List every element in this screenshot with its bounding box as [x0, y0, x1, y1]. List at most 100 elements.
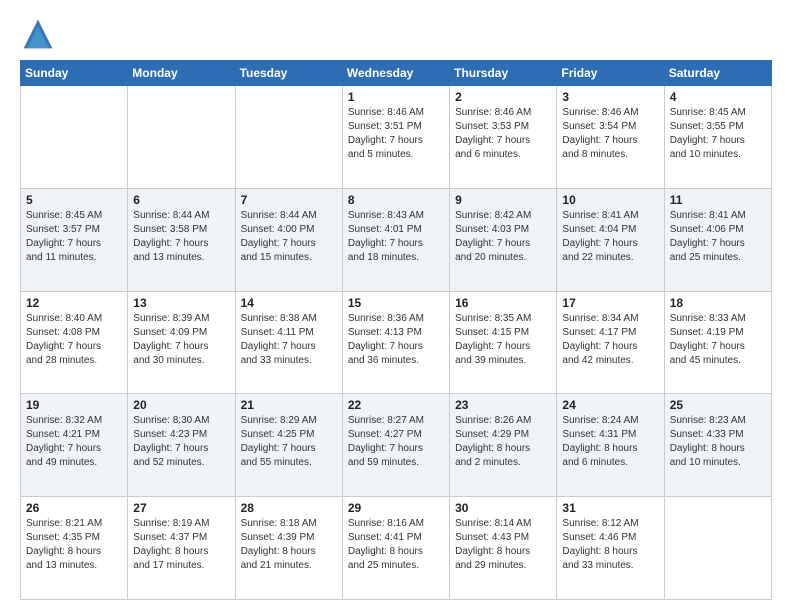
- day-number: 22: [348, 398, 444, 412]
- day-info: Sunrise: 8:39 AM Sunset: 4:09 PM Dayligh…: [133, 312, 229, 368]
- day-info: Sunrise: 8:41 AM Sunset: 4:04 PM Dayligh…: [562, 209, 658, 265]
- day-number: 6: [133, 193, 229, 207]
- day-number: 29: [348, 501, 444, 515]
- calendar-cell: 17 Sunrise: 8:34 AM Sunset: 4:17 PM Dayli…: [557, 291, 664, 394]
- calendar-cell: 6 Sunrise: 8:44 AM Sunset: 3:58 PM Daylig…: [128, 188, 235, 291]
- calendar-week-row: 5 Sunrise: 8:45 AM Sunset: 3:57 PM Daylig…: [21, 188, 772, 291]
- day-info: Sunrise: 8:35 AM Sunset: 4:15 PM Dayligh…: [455, 312, 551, 368]
- day-info: Sunrise: 8:41 AM Sunset: 4:06 PM Dayligh…: [670, 209, 766, 265]
- calendar-cell: [235, 86, 342, 189]
- day-info: Sunrise: 8:19 AM Sunset: 4:37 PM Dayligh…: [133, 517, 229, 573]
- header: [20, 16, 772, 52]
- calendar-header-saturday: Saturday: [664, 61, 771, 86]
- day-number: 18: [670, 296, 766, 310]
- calendar-cell: 18 Sunrise: 8:33 AM Sunset: 4:19 PM Dayli…: [664, 291, 771, 394]
- calendar-cell: 4 Sunrise: 8:45 AM Sunset: 3:55 PM Daylig…: [664, 86, 771, 189]
- day-number: 14: [241, 296, 337, 310]
- day-number: 31: [562, 501, 658, 515]
- day-info: Sunrise: 8:44 AM Sunset: 3:58 PM Dayligh…: [133, 209, 229, 265]
- calendar-cell: 10 Sunrise: 8:41 AM Sunset: 4:04 PM Dayli…: [557, 188, 664, 291]
- calendar-week-row: 1 Sunrise: 8:46 AM Sunset: 3:51 PM Daylig…: [21, 86, 772, 189]
- day-info: Sunrise: 8:45 AM Sunset: 3:55 PM Dayligh…: [670, 106, 766, 162]
- day-number: 26: [26, 501, 122, 515]
- day-number: 5: [26, 193, 122, 207]
- day-number: 8: [348, 193, 444, 207]
- day-number: 9: [455, 193, 551, 207]
- calendar-cell: 21Sunrise: 8:29 AM Sunset: 4:25 PM Dayli…: [235, 394, 342, 497]
- day-info: Sunrise: 8:29 AM Sunset: 4:25 PM Dayligh…: [241, 414, 337, 470]
- day-number: 3: [562, 90, 658, 104]
- day-number: 7: [241, 193, 337, 207]
- day-info: Sunrise: 8:40 AM Sunset: 4:08 PM Dayligh…: [26, 312, 122, 368]
- calendar-cell: 22 Sunrise: 8:27 AM Sunset: 4:27 PM Dayli…: [342, 394, 449, 497]
- calendar-cell: 2Sunrise: 8:46 AM Sunset: 3:53 PM Daylig…: [450, 86, 557, 189]
- calendar-cell: 12 Sunrise: 8:40 AM Sunset: 4:08 PM Dayli…: [21, 291, 128, 394]
- calendar-cell: 23 Sunrise: 8:26 AM Sunset: 4:29 PM Dayli…: [450, 394, 557, 497]
- day-number: 4: [670, 90, 766, 104]
- calendar-cell: 1 Sunrise: 8:46 AM Sunset: 3:51 PM Daylig…: [342, 86, 449, 189]
- day-info: Sunrise: 8:45 AM Sunset: 3:57 PM Dayligh…: [26, 209, 122, 265]
- logo: [20, 16, 60, 52]
- calendar-cell: 7 Sunrise: 8:44 AM Sunset: 4:00 PM Daylig…: [235, 188, 342, 291]
- day-info: Sunrise: 8:38 AM Sunset: 4:11 PM Dayligh…: [241, 312, 337, 368]
- day-info: Sunrise: 8:23 AM Sunset: 4:33 PM Dayligh…: [670, 414, 766, 470]
- day-number: 27: [133, 501, 229, 515]
- day-info: Sunrise: 8:32 AM Sunset: 4:21 PM Dayligh…: [26, 414, 122, 470]
- calendar-cell: 26 Sunrise: 8:21 AM Sunset: 4:35 PM Dayli…: [21, 497, 128, 600]
- day-number: 20: [133, 398, 229, 412]
- day-info: Sunrise: 8:21 AM Sunset: 4:35 PM Dayligh…: [26, 517, 122, 573]
- calendar-cell: 5 Sunrise: 8:45 AM Sunset: 3:57 PM Daylig…: [21, 188, 128, 291]
- day-info: Sunrise: 8:18 AM Sunset: 4:39 PM Dayligh…: [241, 517, 337, 573]
- logo-icon: [20, 16, 56, 52]
- day-info: Sunrise: 8:36 AM Sunset: 4:13 PM Dayligh…: [348, 312, 444, 368]
- day-number: 17: [562, 296, 658, 310]
- day-info: Sunrise: 8:44 AM Sunset: 4:00 PM Dayligh…: [241, 209, 337, 265]
- calendar-cell: 28 Sunrise: 8:18 AM Sunset: 4:39 PM Dayli…: [235, 497, 342, 600]
- day-number: 10: [562, 193, 658, 207]
- day-info: Sunrise: 8:46 AM Sunset: 3:51 PM Dayligh…: [348, 106, 444, 162]
- calendar-cell: 3 Sunrise: 8:46 AM Sunset: 3:54 PM Daylig…: [557, 86, 664, 189]
- day-number: 15: [348, 296, 444, 310]
- calendar-week-row: 26 Sunrise: 8:21 AM Sunset: 4:35 PM Dayli…: [21, 497, 772, 600]
- calendar-cell: 24Sunrise: 8:24 AM Sunset: 4:31 PM Dayli…: [557, 394, 664, 497]
- page: SundayMondayTuesdayWednesdayThursdayFrid…: [0, 0, 792, 612]
- calendar-cell: 11 Sunrise: 8:41 AM Sunset: 4:06 PM Dayli…: [664, 188, 771, 291]
- calendar-header-tuesday: Tuesday: [235, 61, 342, 86]
- day-info: Sunrise: 8:30 AM Sunset: 4:23 PM Dayligh…: [133, 414, 229, 470]
- day-info: Sunrise: 8:14 AM Sunset: 4:43 PM Dayligh…: [455, 517, 551, 573]
- calendar-cell: 19Sunrise: 8:32 AM Sunset: 4:21 PM Dayli…: [21, 394, 128, 497]
- calendar-cell: [21, 86, 128, 189]
- calendar-header-wednesday: Wednesday: [342, 61, 449, 86]
- day-number: 2: [455, 90, 551, 104]
- calendar-cell: 31Sunrise: 8:12 AM Sunset: 4:46 PM Dayli…: [557, 497, 664, 600]
- calendar-cell: 29 Sunrise: 8:16 AM Sunset: 4:41 PM Dayli…: [342, 497, 449, 600]
- calendar-week-row: 12 Sunrise: 8:40 AM Sunset: 4:08 PM Dayli…: [21, 291, 772, 394]
- day-number: 28: [241, 501, 337, 515]
- calendar-week-row: 19Sunrise: 8:32 AM Sunset: 4:21 PM Dayli…: [21, 394, 772, 497]
- day-number: 30: [455, 501, 551, 515]
- calendar-header-sunday: Sunday: [21, 61, 128, 86]
- day-info: Sunrise: 8:46 AM Sunset: 3:54 PM Dayligh…: [562, 106, 658, 162]
- calendar-header-row: SundayMondayTuesdayWednesdayThursdayFrid…: [21, 61, 772, 86]
- day-number: 16: [455, 296, 551, 310]
- calendar-cell: [664, 497, 771, 600]
- day-info: Sunrise: 8:43 AM Sunset: 4:01 PM Dayligh…: [348, 209, 444, 265]
- day-number: 23: [455, 398, 551, 412]
- day-info: Sunrise: 8:33 AM Sunset: 4:19 PM Dayligh…: [670, 312, 766, 368]
- day-number: 11: [670, 193, 766, 207]
- day-info: Sunrise: 8:34 AM Sunset: 4:17 PM Dayligh…: [562, 312, 658, 368]
- calendar-cell: 9Sunrise: 8:42 AM Sunset: 4:03 PM Daylig…: [450, 188, 557, 291]
- day-number: 13: [133, 296, 229, 310]
- calendar-cell: 14 Sunrise: 8:38 AM Sunset: 4:11 PM Dayli…: [235, 291, 342, 394]
- calendar-cell: 30 Sunrise: 8:14 AM Sunset: 4:43 PM Dayli…: [450, 497, 557, 600]
- calendar-header-friday: Friday: [557, 61, 664, 86]
- day-number: 1: [348, 90, 444, 104]
- day-info: Sunrise: 8:27 AM Sunset: 4:27 PM Dayligh…: [348, 414, 444, 470]
- day-number: 12: [26, 296, 122, 310]
- day-info: Sunrise: 8:26 AM Sunset: 4:29 PM Dayligh…: [455, 414, 551, 470]
- calendar-header-thursday: Thursday: [450, 61, 557, 86]
- day-info: Sunrise: 8:16 AM Sunset: 4:41 PM Dayligh…: [348, 517, 444, 573]
- calendar-cell: 20 Sunrise: 8:30 AM Sunset: 4:23 PM Dayli…: [128, 394, 235, 497]
- calendar-header-monday: Monday: [128, 61, 235, 86]
- calendar-cell: 13 Sunrise: 8:39 AM Sunset: 4:09 PM Dayli…: [128, 291, 235, 394]
